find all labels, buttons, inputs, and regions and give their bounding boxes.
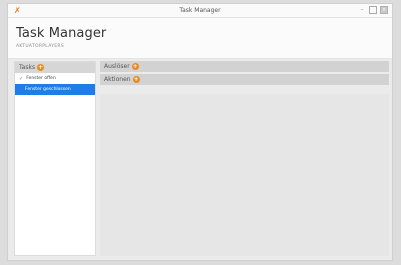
tasks-header-label: Tasks: [19, 64, 36, 71]
task-item-label: Fenster geschlossen: [25, 87, 71, 92]
task-detail-panel: Auslöser + Aktionen +: [100, 61, 389, 256]
minimize-button[interactable]: –: [358, 6, 366, 14]
add-trigger-icon[interactable]: +: [131, 63, 139, 70]
tasks-header: Tasks +: [15, 62, 95, 73]
detail-body: [100, 94, 389, 256]
tasks-sidebar: Tasks + ✓ Fenster offen Fenster geschlos…: [14, 61, 96, 256]
checkmark-icon: ✓: [19, 75, 24, 82]
title-bar: ✗ Task Manager – ×: [8, 4, 392, 18]
task-item-label: Fenster offen: [26, 76, 56, 81]
task-item-fenster-geschlossen[interactable]: Fenster geschlossen: [15, 84, 95, 95]
content-area: Tasks + ✓ Fenster offen Fenster geschlos…: [8, 59, 392, 260]
app-header: Task Manager AKTUATORPLAYERS: [8, 18, 392, 59]
section-aktionen[interactable]: Aktionen +: [100, 74, 389, 85]
page-title: Task Manager: [16, 26, 107, 41]
maximize-button[interactable]: [369, 6, 377, 14]
add-task-icon[interactable]: +: [37, 64, 45, 71]
section-ausloeser[interactable]: Auslöser +: [100, 61, 389, 72]
task-item-fenster-offen[interactable]: ✓ Fenster offen: [15, 73, 95, 84]
add-action-icon[interactable]: +: [132, 76, 140, 83]
section-label: Auslöser: [104, 63, 130, 70]
page-subtitle: AKTUATORPLAYERS: [16, 44, 64, 49]
app-window: ✗ Task Manager – × Task Manager AKTUATOR…: [7, 3, 393, 261]
section-label: Aktionen: [104, 76, 131, 83]
window-title: Task Manager: [179, 7, 221, 14]
window-controls: – ×: [358, 6, 388, 14]
close-button[interactable]: ×: [380, 6, 388, 14]
